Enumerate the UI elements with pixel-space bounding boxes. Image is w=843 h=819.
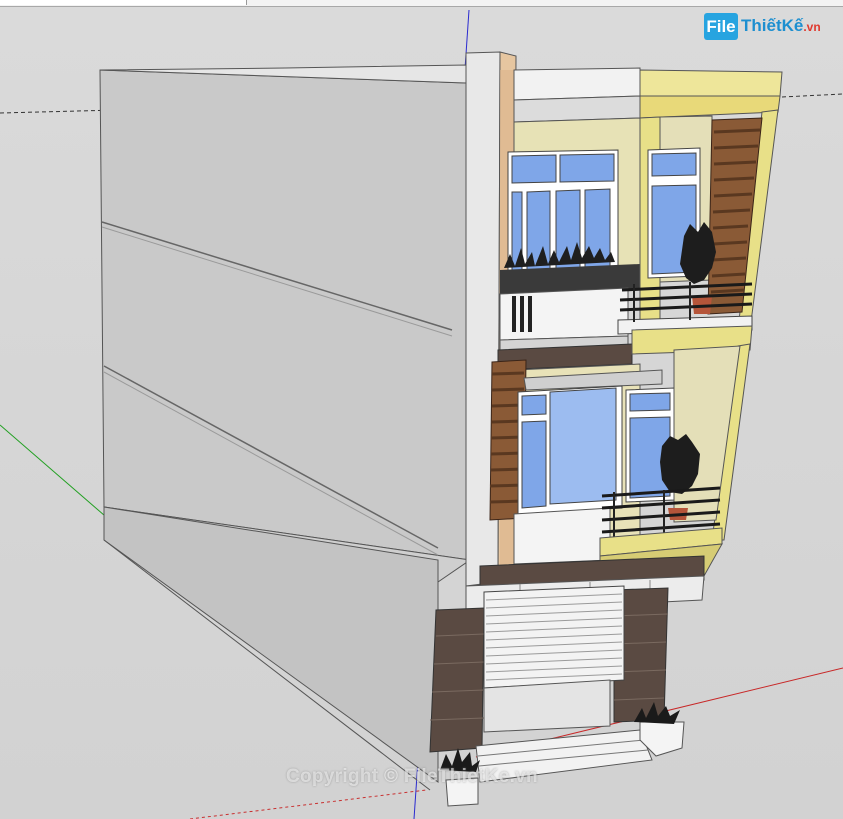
site-logo: File ThiếtKế.vn [704, 12, 821, 42]
logo-text: ThiếtKế.vn [741, 16, 821, 36]
side-wall [99, 64, 472, 791]
logo-suffix: .vn [803, 20, 821, 34]
logo-word: ThiếtKế [741, 16, 804, 35]
yellow-bay-upper [639, 69, 783, 331]
modeling-viewport[interactable]: File ThiếtKế.vn Copyright © FileThietKe.… [0, 0, 843, 819]
logo-badge: File [704, 13, 738, 40]
green-axis-line [0, 424, 113, 523]
dashed-axis-right [781, 93, 843, 98]
building-3d-scene[interactable] [0, 0, 843, 819]
dashed-axis-bottom [189, 789, 427, 819]
copyright-watermark: Copyright © FileThietKe.vn [286, 766, 538, 787]
